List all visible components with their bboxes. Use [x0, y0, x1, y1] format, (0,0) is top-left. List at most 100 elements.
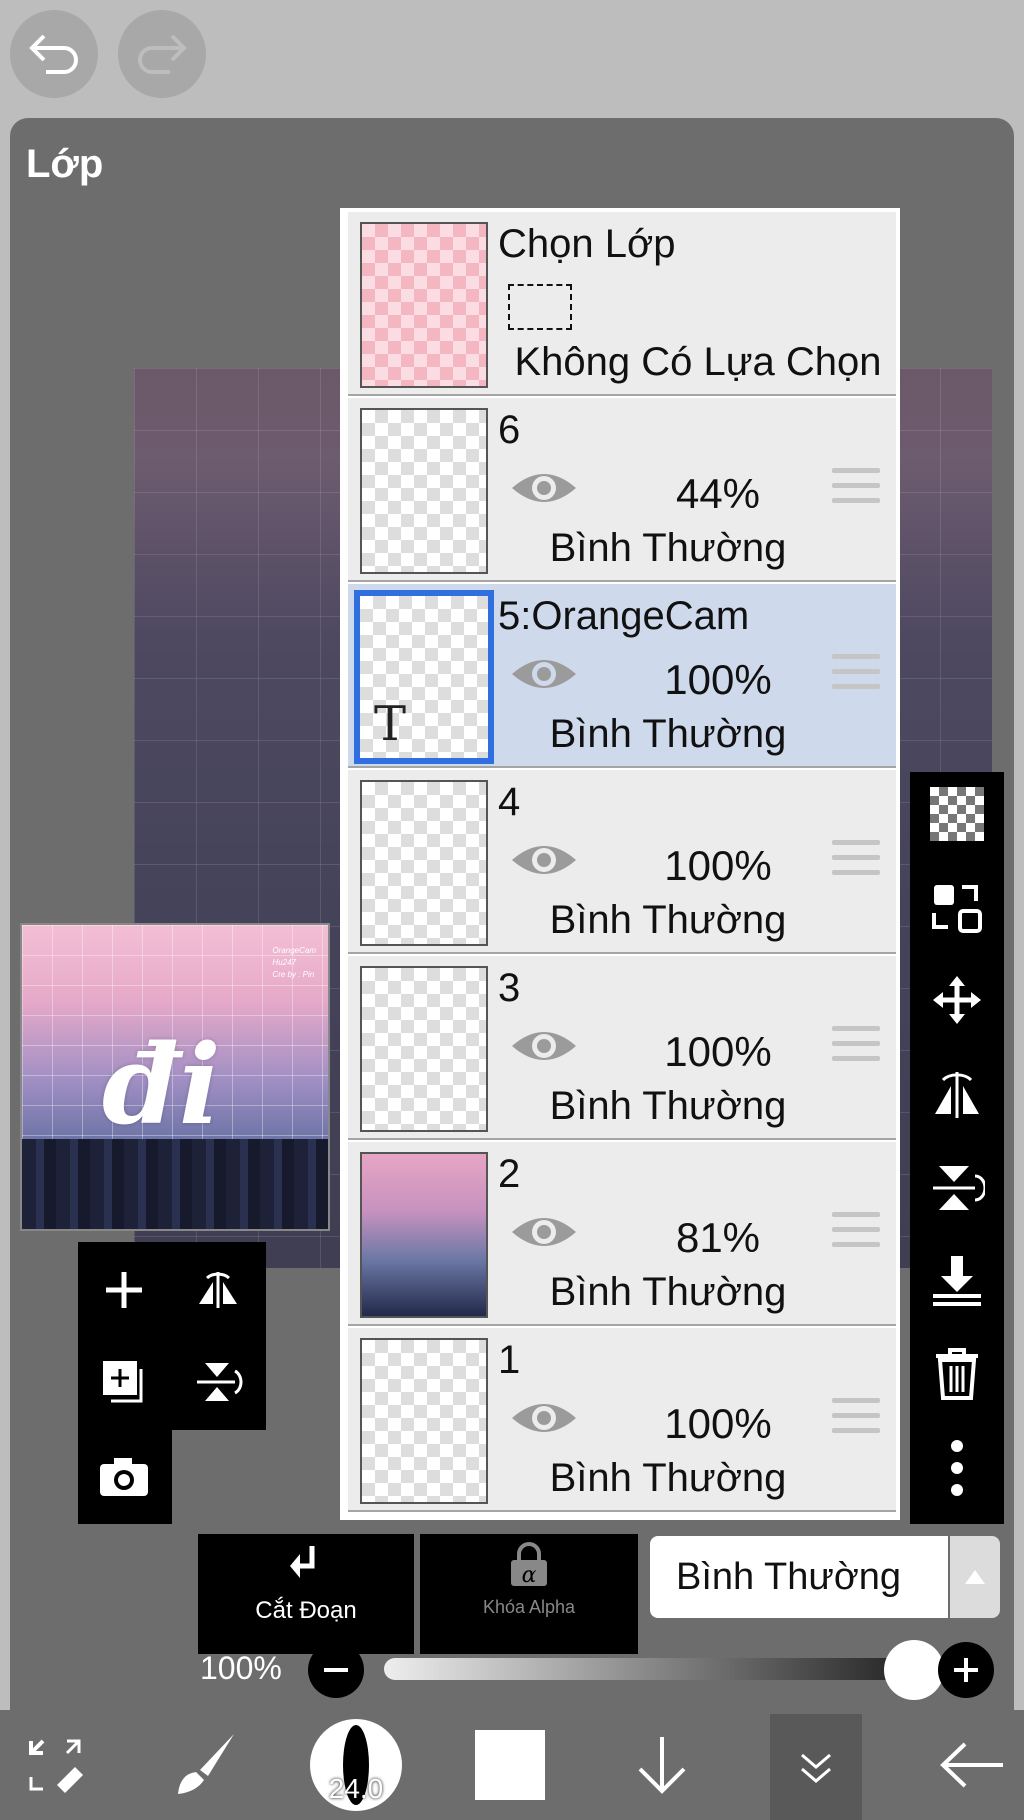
camera-button[interactable]: [94, 1446, 154, 1506]
drag-handle-icon[interactable]: [832, 1398, 880, 1438]
brush-size-button[interactable]: 24.0: [306, 1710, 406, 1820]
more-options-button[interactable]: [927, 1438, 987, 1498]
undo-button[interactable]: [10, 10, 98, 98]
layer-row[interactable]: 6 44% Bình Thường: [348, 398, 896, 582]
drag-handle-icon[interactable]: [832, 840, 880, 880]
duplicate-layer-button[interactable]: [94, 1352, 154, 1412]
layer-transfer-button[interactable]: [927, 878, 987, 938]
layer-thumbnail: [360, 408, 488, 574]
opacity-slider-track[interactable]: [384, 1658, 914, 1680]
layer-swap-icon: [932, 885, 982, 933]
layer-opacity: 81%: [675, 1214, 761, 1261]
layer-thumbnail: [360, 966, 488, 1132]
move-icon: [933, 976, 981, 1024]
layer-list: Chọn Lớp Không Có Lựa Chọn 6 44% Bình Th…: [340, 208, 900, 1520]
checkerboard-icon: [930, 787, 984, 841]
redo-icon: [138, 34, 187, 74]
redo-button[interactable]: [118, 10, 206, 98]
plus-icon: [954, 1658, 978, 1682]
selection-status: Không Có Lựa Chọn: [514, 340, 882, 384]
drag-handle-icon[interactable]: [832, 1026, 880, 1066]
eye-icon[interactable]: [510, 466, 578, 510]
selection-rect-icon: [508, 284, 572, 330]
layer-blend-mode: Bình Thường: [549, 712, 787, 756]
layer-blend-mode: Bình Thường: [549, 526, 787, 570]
drag-handle-icon[interactable]: [832, 468, 880, 508]
transform-tool-icon: [29, 1739, 83, 1793]
plus-icon: [106, 1272, 142, 1308]
opacity-slider-row: 100%: [200, 1636, 1010, 1700]
flip-vertical-icon: [933, 1166, 985, 1210]
layer-thumbnail: [360, 780, 488, 946]
eye-icon[interactable]: [510, 838, 578, 882]
preview-art-text: đi: [102, 1020, 221, 1149]
increase-opacity-button[interactable]: [938, 1642, 994, 1698]
delete-layer-button[interactable]: [927, 1344, 987, 1404]
layer-opacity: 100%: [664, 1400, 772, 1447]
eye-icon[interactable]: [510, 652, 578, 696]
svg-text:α: α: [522, 1563, 537, 1588]
move-button[interactable]: [927, 970, 987, 1030]
decrease-opacity-button[interactable]: [308, 1642, 364, 1698]
color-swatch: [475, 1730, 545, 1800]
layer-name: 3: [498, 966, 521, 1010]
opacity-slider-knob[interactable]: [884, 1640, 944, 1700]
clipping-label: Cắt Đoạn: [255, 1597, 357, 1624]
layer-blend-mode: Bình Thường: [549, 1084, 787, 1128]
flip-horizontal-icon: [199, 1272, 237, 1308]
layer-name: 6: [498, 408, 521, 452]
trash-icon: [936, 1348, 978, 1400]
flip-horizontal-button[interactable]: [188, 1260, 248, 1320]
layer-row[interactable]: 4 100% Bình Thường: [348, 770, 896, 954]
layer-thumbnail: [360, 1338, 488, 1504]
layer-row[interactable]: 3 100% Bình Thường: [348, 956, 896, 1140]
more-vertical-icon: [951, 1440, 963, 1496]
selection-layer-thumbnail: [360, 222, 488, 388]
eye-icon[interactable]: [510, 1024, 578, 1068]
bottom-toolbar: 24.0: [0, 1710, 1024, 1820]
opacity-label: 100%: [200, 1650, 282, 1686]
flip-vertical-button[interactable]: [188, 1352, 248, 1412]
layer-name: 4: [498, 780, 521, 824]
merge-down-icon: [933, 1256, 981, 1306]
layer-blend-mode: Bình Thường: [549, 1456, 787, 1500]
drag-handle-icon[interactable]: [832, 1212, 880, 1252]
layer-name: 5:OrangeCam: [498, 594, 750, 638]
canvas-preview[interactable]: đi OrangeCam Hu247 Cre by : Pin: [20, 923, 330, 1231]
blend-mode-select[interactable]: Bình Thường: [650, 1536, 948, 1618]
arrow-left-icon: [940, 1742, 1003, 1788]
chevron-double-down-icon: [801, 1753, 831, 1783]
duplicate-icon: [103, 1361, 143, 1403]
selection-layer[interactable]: Chọn Lớp Không Có Lựa Chọn: [348, 212, 896, 396]
blend-mode-dropdown-button[interactable]: [950, 1536, 1000, 1618]
alpha-lock-label: Khóa Alpha: [482, 1597, 576, 1617]
brush-tool-button[interactable]: [150, 1710, 260, 1820]
flip-vertical-layer-button[interactable]: [927, 1158, 987, 1218]
add-layer-button[interactable]: [94, 1260, 154, 1320]
drag-handle-icon[interactable]: [832, 654, 880, 694]
eye-icon[interactable]: [510, 1396, 578, 1440]
layer-row[interactable]: 1 100% Bình Thường: [348, 1328, 896, 1512]
triangle-up-icon: [965, 1570, 985, 1584]
layer-opacity: 44%: [675, 470, 761, 517]
back-button[interactable]: [920, 1710, 1024, 1820]
camera-icon: [100, 1458, 148, 1496]
new-transparent-layer-button[interactable]: [927, 784, 987, 844]
eye-icon[interactable]: [510, 1210, 578, 1254]
clipping-arrow-icon: [290, 1546, 315, 1578]
flip-horizontal-layer-button[interactable]: [927, 1064, 987, 1124]
layer-blend-mode: Bình Thường: [549, 1270, 787, 1314]
layer-row-selected[interactable]: T 5:OrangeCam 100% Bình Thường: [348, 584, 896, 768]
flip-vertical-icon: [197, 1363, 243, 1401]
color-button[interactable]: [460, 1710, 560, 1820]
layer-name: 2: [498, 1152, 521, 1196]
layer-thumbnail: [360, 1152, 488, 1318]
minus-icon: [324, 1668, 348, 1672]
layers-panel-button[interactable]: [770, 1714, 862, 1820]
layer-row[interactable]: 2 81% Bình Thường: [348, 1142, 896, 1326]
layer-down-button[interactable]: [612, 1710, 712, 1820]
transform-tool-button[interactable]: [0, 1710, 110, 1820]
merge-down-button[interactable]: [927, 1250, 987, 1310]
top-bar: [0, 0, 1024, 118]
selection-layer-title: Chọn Lớp: [498, 222, 676, 266]
